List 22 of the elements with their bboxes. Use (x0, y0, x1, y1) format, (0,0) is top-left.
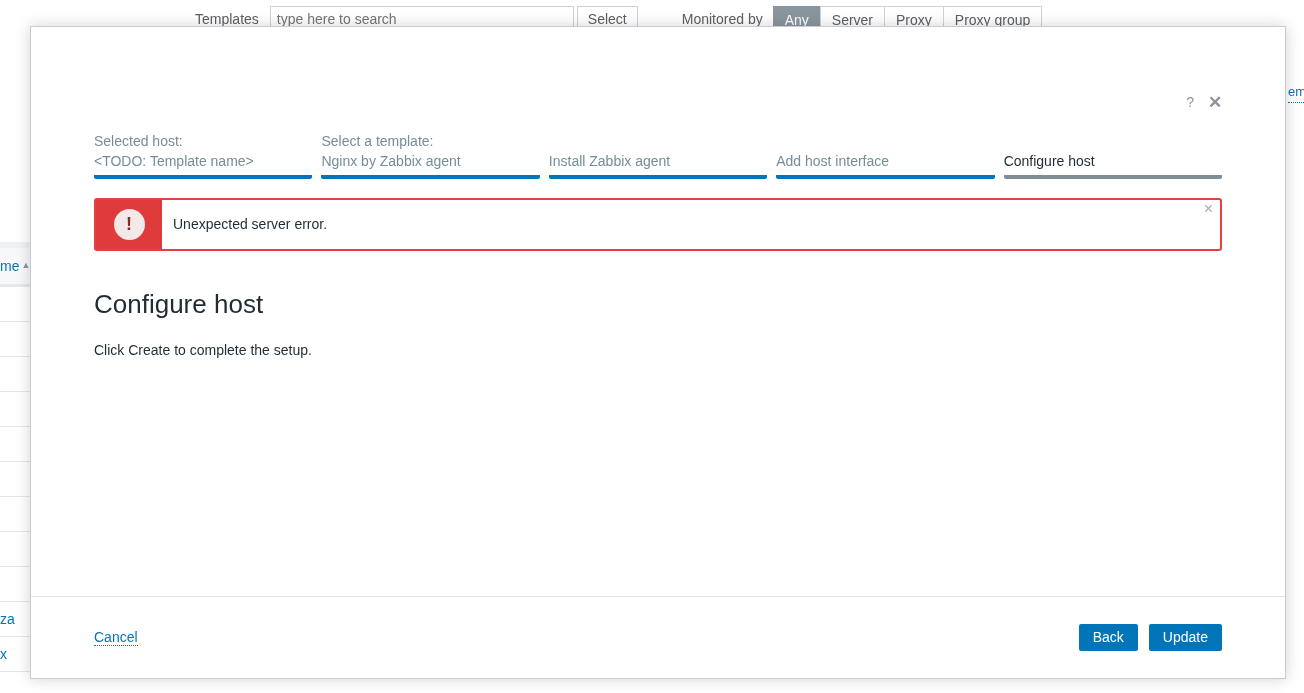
dialog-heading: Configure host (94, 289, 265, 321)
cancel-link[interactable]: Cancel (94, 629, 138, 646)
step-title: <TODO: Template name> (94, 152, 255, 171)
step-title: Nginx by Zabbix agent (321, 152, 462, 171)
field-label: Templates (195, 9, 259, 29)
help-icon[interactable]: ? (1186, 92, 1194, 113)
step-title: Install Zabbix agent (548, 152, 672, 171)
back-button[interactable]: Back (1078, 624, 1138, 651)
table-link[interactable]: x (0, 643, 7, 665)
step-title: Configure host (1003, 152, 1096, 171)
step-title: Add host interface (776, 152, 891, 171)
field-label: Monitored by (681, 9, 763, 29)
sort-icon: ▲ (21, 259, 31, 273)
close-icon[interactable]: ✕ (1208, 89, 1222, 116)
step-label: Select a template: (321, 132, 435, 151)
table-link[interactable]: za (0, 608, 15, 630)
column-header[interactable]: me (0, 255, 20, 277)
description-text: Click Create to complete the setup. (94, 341, 313, 361)
error-icon: ! (96, 200, 162, 249)
step-label: Selected host: (94, 132, 184, 151)
update-button[interactable]: Update (1148, 624, 1222, 651)
error-text: Unexpected server error. (173, 215, 328, 234)
